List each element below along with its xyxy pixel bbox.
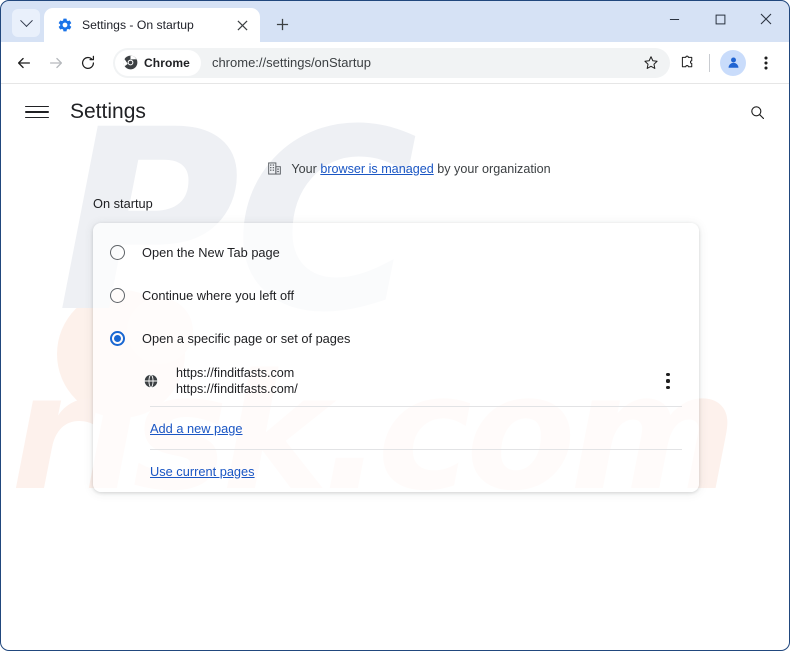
managed-notice-suffix: by your organization — [433, 161, 551, 176]
settings-page: PC risk.com Settings — [1, 84, 789, 650]
plus-icon — [276, 18, 288, 30]
back-button[interactable] — [9, 48, 39, 78]
startup-page-menu-button[interactable] — [655, 368, 681, 394]
hamburger-menu-icon[interactable] — [25, 100, 49, 124]
close-icon — [760, 13, 772, 25]
tab-search-button[interactable] — [12, 9, 40, 37]
managed-notice: Your browser is managed by your organiza… — [1, 161, 789, 176]
tab-title: Settings - On startup — [82, 18, 194, 32]
arrow-left-icon — [17, 57, 31, 68]
gear-icon — [58, 18, 72, 32]
forward-button[interactable] — [41, 48, 71, 78]
startup-page-title: https://finditfasts.com — [176, 366, 295, 380]
reload-icon — [81, 55, 95, 69]
startup-option-label: Continue where you left off — [142, 288, 295, 303]
startup-option-continue[interactable]: Continue where you left off — [93, 274, 699, 317]
use-current-pages-row[interactable]: Use current pages — [93, 450, 699, 492]
search-icon — [750, 105, 764, 119]
close-button[interactable] — [743, 1, 789, 37]
startup-option-specific-pages[interactable]: Open a specific page or set of pages — [93, 317, 699, 360]
startup-page-texts: https://finditfasts.com https://finditfa… — [176, 366, 655, 396]
search-settings-button[interactable] — [743, 98, 771, 126]
on-startup-card: Open the New Tab page Continue where you… — [93, 223, 699, 492]
startup-page-url: https://finditfasts.com/ — [176, 382, 298, 396]
close-icon[interactable] — [232, 15, 252, 35]
chevron-down-icon — [19, 13, 33, 27]
chrome-chip-label: Chrome — [144, 55, 190, 70]
person-icon — [728, 57, 738, 68]
managed-notice-link[interactable]: browser is managed — [320, 162, 433, 176]
page-title: Settings — [70, 100, 146, 123]
minimize-icon — [669, 18, 679, 20]
maximize-icon — [715, 14, 725, 24]
building-icon — [268, 162, 282, 175]
arrow-right-icon — [49, 57, 63, 68]
startup-page-row: https://finditfasts.com https://finditfa… — [93, 360, 699, 406]
address-bar-url[interactable]: chrome://settings/onStartup — [201, 55, 638, 70]
reload-button[interactable] — [73, 48, 103, 78]
radio-icon[interactable] — [110, 288, 125, 303]
settings-content: Settings Your browser is managed by your… — [1, 84, 789, 492]
profile-avatar[interactable] — [720, 49, 746, 76]
globe-icon — [143, 373, 159, 389]
bookmark-star-icon[interactable] — [638, 50, 664, 76]
maximize-button[interactable] — [697, 1, 743, 37]
section-title: On startup — [93, 196, 153, 211]
managed-notice-text: Your browser is managed by your organiza… — [291, 162, 550, 176]
radio-icon[interactable] — [110, 245, 125, 260]
add-new-page-row[interactable]: Add a new page — [93, 407, 699, 449]
minimize-button[interactable] — [651, 1, 697, 37]
window-controls — [651, 1, 789, 37]
startup-option-label: Open a specific page or set of pages — [142, 331, 351, 346]
tab-strip: Settings - On startup — [1, 1, 789, 42]
radio-icon-selected[interactable] — [110, 331, 125, 346]
chrome-logo-icon — [123, 55, 138, 70]
browser-window: Settings - On startup Chrome chrome://se… — [0, 0, 790, 651]
add-new-page-link[interactable]: Add a new page — [150, 421, 243, 436]
extensions-puzzle-icon — [681, 55, 692, 68]
startup-option-label: Open the New Tab page — [142, 245, 280, 260]
three-dots-vertical-icon — [764, 55, 768, 70]
browser-tab[interactable]: Settings - On startup — [44, 8, 260, 42]
settings-header: Settings — [1, 84, 789, 140]
browser-toolbar: Chrome chrome://settings/onStartup — [1, 42, 789, 84]
new-tab-button[interactable] — [268, 10, 296, 38]
extensions-button[interactable] — [672, 48, 702, 78]
chrome-chip: Chrome — [115, 49, 201, 76]
use-current-pages-link[interactable]: Use current pages — [150, 464, 255, 479]
address-bar[interactable]: Chrome chrome://settings/onStartup — [113, 47, 670, 78]
managed-notice-prefix: Your — [291, 161, 321, 176]
toolbar-divider — [709, 53, 710, 72]
chrome-menu-button[interactable] — [751, 48, 781, 78]
startup-option-new-tab[interactable]: Open the New Tab page — [93, 231, 699, 274]
